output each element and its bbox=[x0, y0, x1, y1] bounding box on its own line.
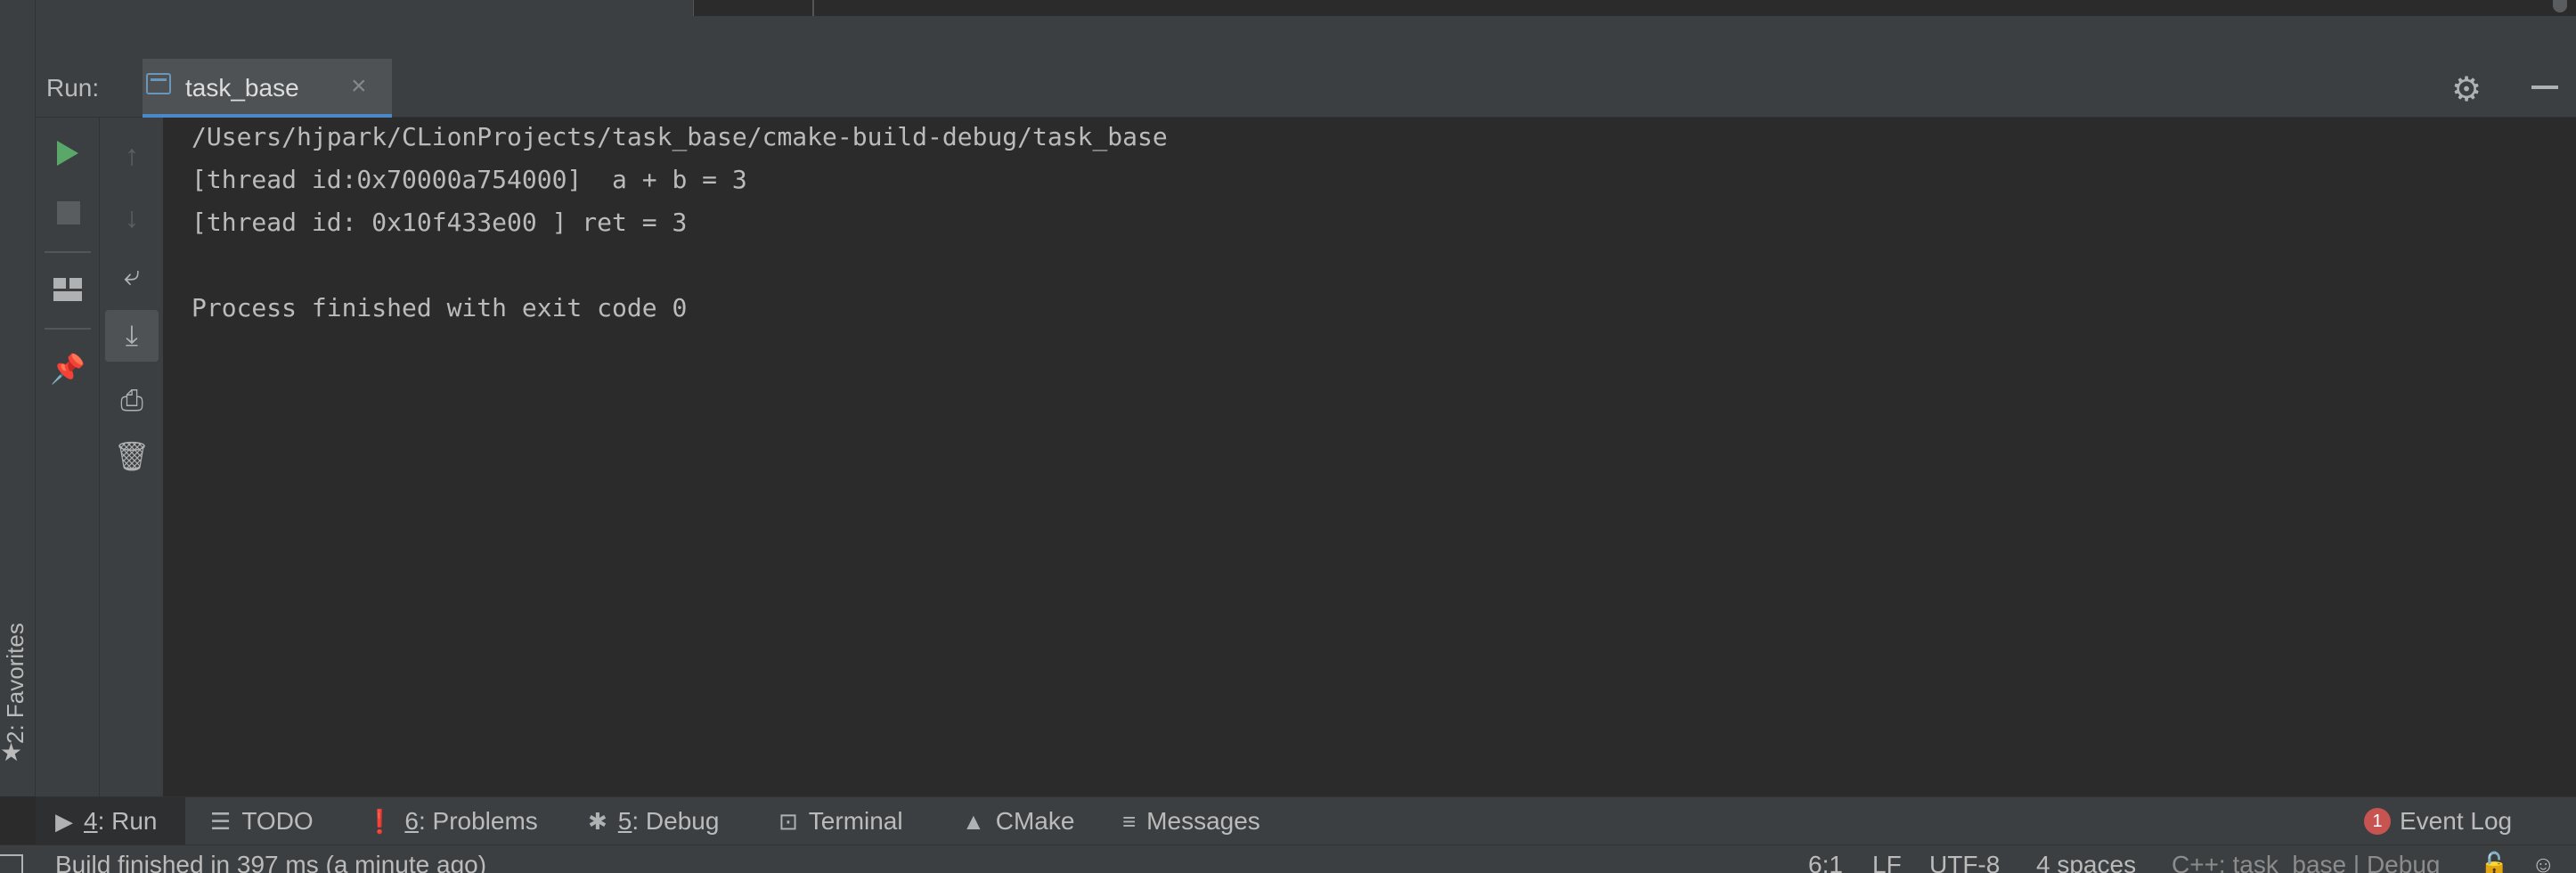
favorites-strip: 2: Favorites ★ bbox=[0, 0, 36, 796]
tab-todo[interactable]: ☰ TODO bbox=[210, 797, 314, 845]
down-arrow-icon[interactable]: ↓ bbox=[110, 196, 153, 239]
file-encoding[interactable]: UTF-8 bbox=[1929, 851, 2000, 873]
tab-debug[interactable]: ✱ 5 : Debug bbox=[588, 797, 719, 845]
tab-problems-label: : Problems bbox=[418, 807, 538, 835]
messages-icon: ≡ bbox=[1122, 807, 1137, 835]
cmake-icon: ▲ bbox=[962, 807, 985, 835]
close-icon[interactable]: × bbox=[351, 71, 367, 102]
up-arrow-icon[interactable]: ↑ bbox=[110, 134, 153, 176]
tab-messages[interactable]: ≡ Messages bbox=[1122, 797, 1260, 845]
caret-position[interactable]: 6:1 bbox=[1808, 851, 1843, 873]
rerun-play-icon[interactable] bbox=[57, 141, 78, 166]
console-line: Process finished with exit code 0 bbox=[192, 293, 688, 322]
tab-cmake[interactable]: ▲ CMake bbox=[962, 797, 1074, 845]
console-line: [thread id: 0x10f433e00 ] ret = 3 bbox=[192, 208, 688, 237]
gear-icon[interactable]: ⚙ bbox=[2451, 69, 2482, 110]
console-icon bbox=[146, 73, 171, 94]
toolbar-divider bbox=[45, 328, 91, 330]
status-message[interactable]: Build finished in 397 ms (a minute ago) bbox=[55, 851, 486, 873]
tab-run-label: : Run bbox=[97, 807, 158, 835]
pin-icon[interactable]: 📌 bbox=[46, 347, 89, 390]
tab-problems[interactable]: ❗ 6 : Problems bbox=[365, 797, 538, 845]
tab-messages-label: Messages bbox=[1146, 807, 1260, 835]
minimize-icon[interactable] bbox=[2531, 86, 2558, 89]
tab-run[interactable]: ▶ 4 : Run bbox=[36, 797, 185, 845]
toolbar-divider bbox=[45, 251, 91, 253]
tab-problems-number: 6 bbox=[404, 807, 419, 835]
print-icon[interactable]: ⎙ bbox=[110, 379, 153, 422]
lock-icon[interactable]: 🔓 bbox=[2480, 851, 2508, 873]
soft-wrap-icon[interactable]: ⤶ bbox=[110, 255, 153, 298]
scroll-to-end-icon[interactable]: ⤓ bbox=[105, 310, 159, 362]
console-line: /Users/hjpark/CLionProjects/task_base/cm… bbox=[192, 122, 1168, 151]
indent-setting[interactable]: 4 spaces bbox=[2036, 851, 2136, 873]
bug-icon: ✱ bbox=[588, 807, 607, 835]
star-icon: ★ bbox=[0, 738, 23, 766]
editor-pane[interactable] bbox=[693, 0, 2576, 16]
tab-todo-label: TODO bbox=[241, 807, 314, 835]
tab-event-log[interactable]: 1 Event Log bbox=[2364, 797, 2512, 845]
run-panel-label: Run: bbox=[46, 74, 100, 102]
stop-icon[interactable] bbox=[57, 201, 80, 224]
line-separator[interactable]: LF bbox=[1872, 851, 1902, 873]
editor-area bbox=[36, 0, 2576, 59]
tool-window-bar: ▶ 4 : Run ☰ TODO ❗ 6 : Problems ✱ 5 : De… bbox=[36, 796, 2576, 845]
layout-icon[interactable] bbox=[53, 278, 82, 301]
ide-window: 2: Favorites ★ Run: task_base × ⚙ 📌 ↑ ↓ … bbox=[0, 0, 2576, 873]
trash-icon[interactable]: 🗑 bbox=[110, 435, 153, 477]
tab-terminal-label: Terminal bbox=[808, 807, 903, 835]
tab-debug-number: 5 bbox=[617, 807, 632, 835]
console-toolbar: ↑ ↓ ⤶ ⤓ ⎙ 🗑 bbox=[100, 118, 164, 796]
console-line: [thread id:0x70000a754000] a + b = 3 bbox=[192, 165, 747, 194]
console-output[interactable]: /Users/hjpark/CLionProjects/task_base/cm… bbox=[165, 118, 2576, 796]
run-toolbar: 📌 bbox=[36, 118, 100, 796]
tab-label[interactable]: task_base bbox=[185, 74, 299, 102]
resolve-context[interactable]: C++: task_base | Debug bbox=[2172, 851, 2440, 873]
run-panel-header: Run: task_base × ⚙ bbox=[36, 59, 2576, 118]
status-bar: Build finished in 397 ms (a minute ago) … bbox=[0, 844, 2576, 873]
tab-cmake-label: CMake bbox=[995, 807, 1075, 835]
editor-divider bbox=[812, 0, 814, 16]
inspector-icon[interactable]: ☺ bbox=[2531, 851, 2556, 873]
tab-event-log-label: Event Log bbox=[2400, 807, 2513, 835]
tab-debug-label: : Debug bbox=[632, 807, 720, 835]
play-icon: ▶ bbox=[55, 807, 73, 835]
tab-terminal[interactable]: ⊡ Terminal bbox=[779, 797, 903, 845]
tab-run-number: 4 bbox=[84, 807, 98, 835]
terminal-icon: ⊡ bbox=[779, 807, 798, 835]
warning-icon: ❗ bbox=[365, 807, 395, 835]
tool-windows-toggle-icon[interactable] bbox=[0, 854, 23, 873]
event-count-badge: 1 bbox=[2364, 808, 2391, 835]
list-icon: ☰ bbox=[210, 807, 232, 835]
